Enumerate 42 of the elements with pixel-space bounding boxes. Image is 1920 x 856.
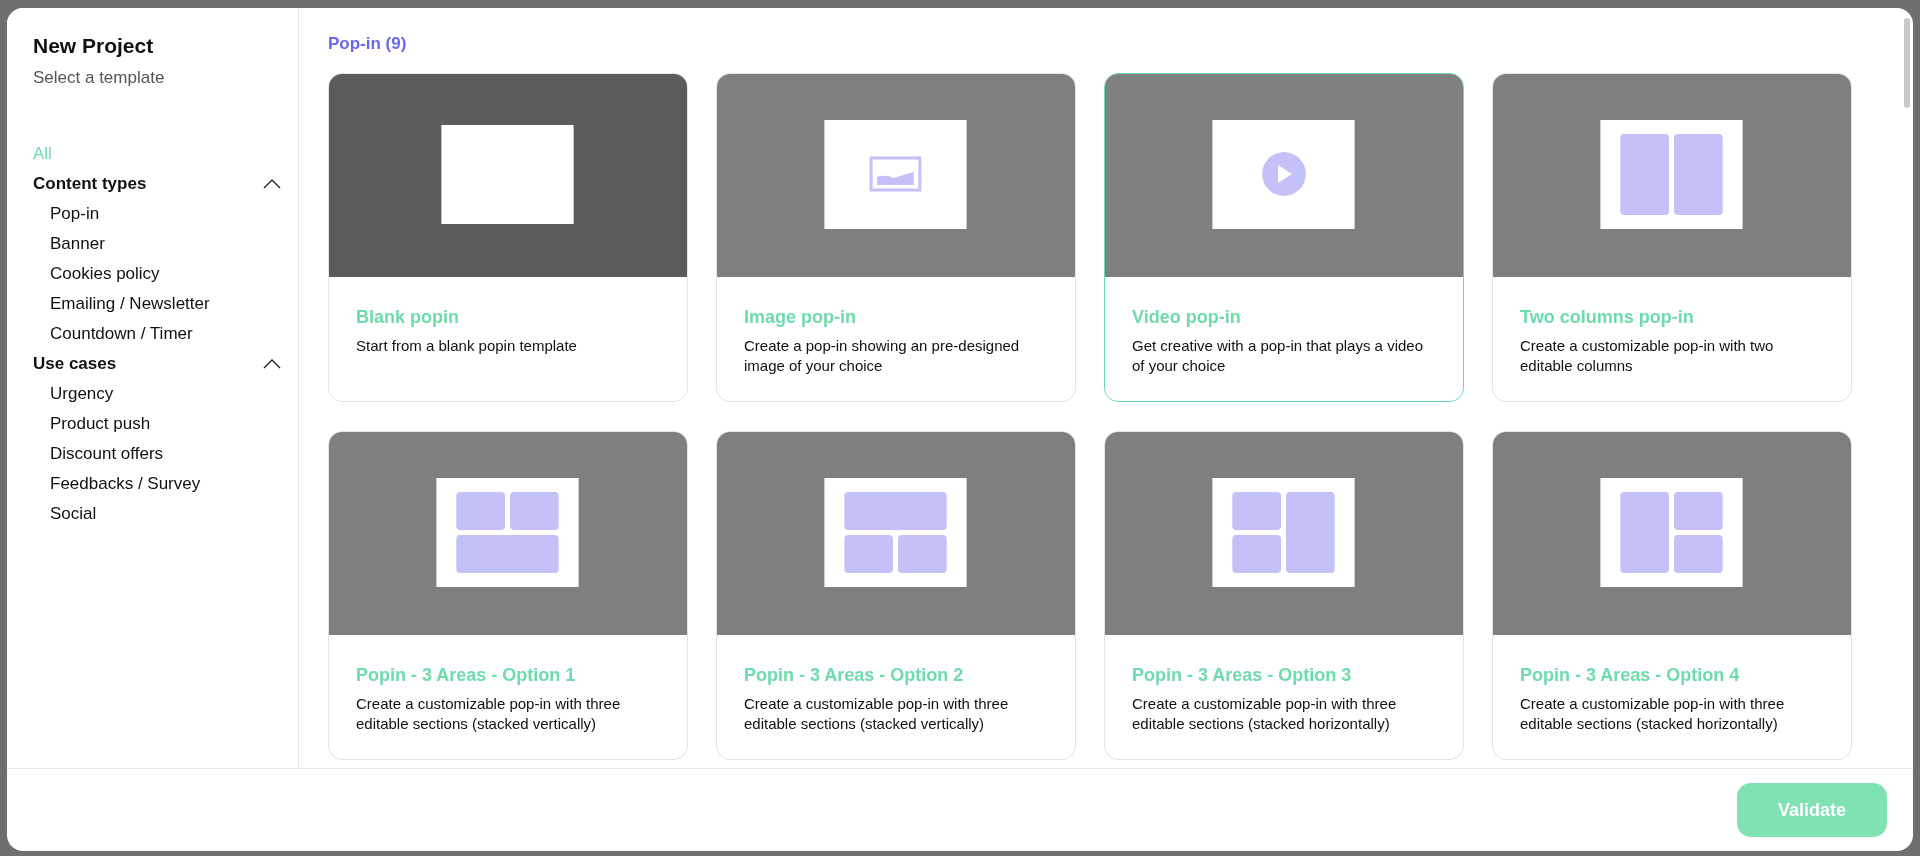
section-title: Pop-in (9) xyxy=(328,34,407,54)
template-card[interactable]: Popin - 3 Areas - Option 4 Create a customizable pop-in with three editable sections (stacked horizontally) xyxy=(1492,431,1852,760)
filter-item[interactable]: Discount offers xyxy=(50,439,164,469)
chevron-icon[interactable] xyxy=(263,359,281,369)
filter-item[interactable]: Social xyxy=(50,499,97,529)
filter-item[interactable]: Countdown / Timer xyxy=(50,319,193,349)
filter-item[interactable]: Banner xyxy=(50,229,105,259)
template-title: Blank popin xyxy=(356,307,460,328)
template-description: Create a pop-in showing an pre-designed image of your choice xyxy=(744,336,1021,376)
template-title: Popin - 3 Areas - Option 4 xyxy=(1520,665,1741,686)
filter-item[interactable]: Cookies policy xyxy=(50,259,160,289)
filter-item[interactable]: Feedbacks / Survey xyxy=(50,469,201,499)
template-card[interactable]: Image pop-in Create a pop-in showing an pre-designed image of your choice xyxy=(716,73,1076,402)
filter-group-label[interactable]: Content types xyxy=(33,174,147,194)
template-description: Create a customizable pop-in with three editable sections (stacked horizontally) xyxy=(1520,694,1786,734)
template-card[interactable]: Two columns pop-in Create a customizable pop-in with two editable columns xyxy=(1492,73,1852,402)
template-title: Two columns pop-in xyxy=(1520,307,1695,328)
template-card[interactable]: Popin - 3 Areas - Option 3 Create a customizable pop-in with three editable sections (stacked horizontally) xyxy=(1104,431,1464,760)
template-card[interactable]: Video pop-in Get creative with a pop-in that plays a video of your choice xyxy=(1104,73,1464,402)
scrollbar-thumb[interactable] xyxy=(1904,18,1910,108)
filter-item[interactable]: Product push xyxy=(50,409,151,439)
template-title: Popin - 3 Areas - Option 2 xyxy=(744,665,965,686)
template-card[interactable]: Popin - 3 Areas - Option 2 Create a customizable pop-in with three editable sections (stacked vertically) xyxy=(716,431,1076,760)
filter-item[interactable]: Emailing / Newsletter xyxy=(50,289,210,319)
template-description: Create a customizable pop-in with three editable sections (stacked horizontally) xyxy=(1132,694,1398,734)
template-description: Start from a blank popin template xyxy=(356,336,578,356)
template-title: Video pop-in xyxy=(1132,307,1242,328)
filter-group-label[interactable]: Use cases xyxy=(33,354,117,374)
filter-item[interactable]: Urgency xyxy=(50,379,114,409)
template-description: Create a customizable pop-in with three editable sections (stacked vertically) xyxy=(744,694,1010,734)
template-title: Popin - 3 Areas - Option 3 xyxy=(1132,665,1353,686)
chevron-icon[interactable] xyxy=(263,179,281,189)
template-description: Create a customizable pop-in with three editable sections (stacked vertically) xyxy=(356,694,622,734)
template-title: Popin - 3 Areas - Option 1 xyxy=(356,665,577,686)
filter-item[interactable]: Pop-in xyxy=(50,199,100,229)
template-card[interactable]: Blank popin Start from a blank popin template xyxy=(328,73,688,402)
dialog-subtitle: Select a template xyxy=(33,68,166,88)
template-description: Create a customizable pop-in with two editable columns xyxy=(1520,336,1775,376)
template-description: Get creative with a pop-in that plays a video of your choice xyxy=(1132,336,1424,376)
template-title: Image pop-in xyxy=(744,307,857,328)
dialog-title: New Project xyxy=(33,34,155,58)
template-card[interactable]: Popin - 3 Areas - Option 1 Create a customizable pop-in with three editable sections (stacked vertically) xyxy=(328,431,688,760)
